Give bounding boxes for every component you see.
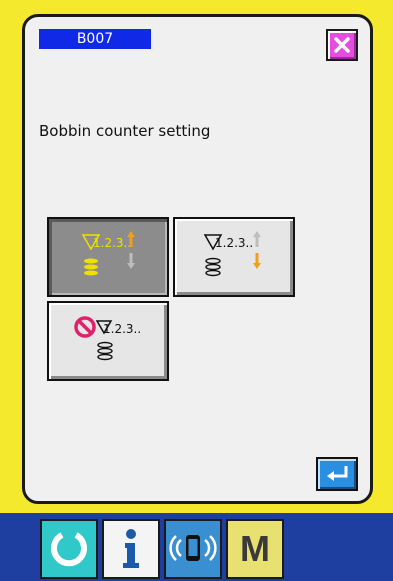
enter-return-icon: [327, 466, 348, 481]
reset-circle-icon: [51, 532, 87, 567]
information-button[interactable]: [102, 519, 160, 579]
count-up-numbers: 1.2.3..: [93, 236, 131, 250]
bobbin-count-up-icon: 1.2.3..: [81, 231, 135, 276]
close-x-icon: [334, 37, 350, 53]
count-down-numbers: 1.2.3..: [215, 236, 253, 250]
communication-button[interactable]: [164, 519, 222, 579]
reset-button[interactable]: [40, 519, 98, 579]
info-i-icon: [123, 529, 139, 568]
count-up-button[interactable]: 1.2.3..: [47, 217, 169, 297]
count-down-button[interactable]: 1.2.3..: [173, 217, 295, 297]
screen-code-label: B007: [39, 29, 151, 49]
enter-button[interactable]: [316, 457, 358, 491]
main-panel: B007 Bobbin counter setting 1.2.3.. 1.2.…: [22, 14, 373, 504]
communication-icon: [169, 535, 217, 561]
screen-title: Bobbin counter setting: [39, 122, 211, 140]
bottom-nav-bar: M: [0, 513, 393, 581]
counter-off-numbers: 1.2.3..: [103, 322, 141, 336]
bobbin-count-down-icon: 1.2.3..: [203, 231, 261, 277]
counter-off-button[interactable]: 1.2.3..: [47, 301, 169, 381]
bobbin-counter-off-icon: 1.2.3..: [74, 316, 141, 361]
mode-m-icon: M: [240, 528, 270, 569]
close-button[interactable]: [326, 29, 358, 61]
mode-button[interactable]: M: [226, 519, 284, 579]
